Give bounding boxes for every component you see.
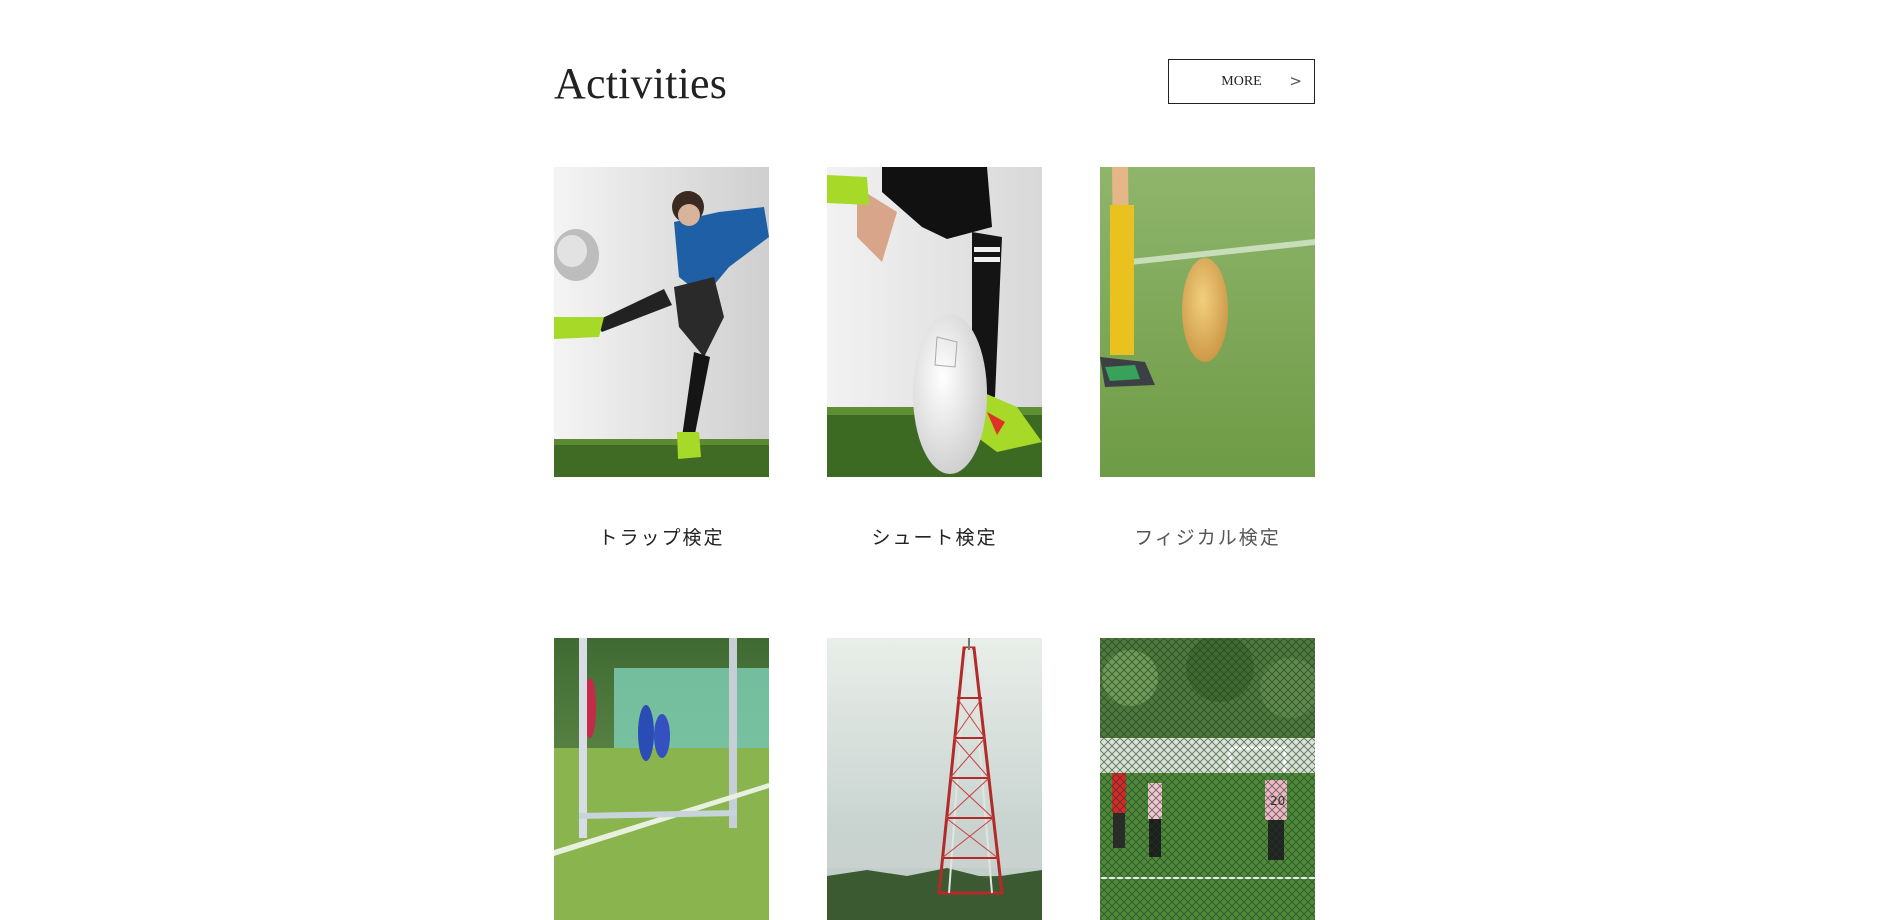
- activity-caption: トラップ検定: [598, 528, 725, 549]
- activity-card[interactable]: [554, 638, 769, 920]
- activity-card[interactable]: [827, 638, 1042, 920]
- activity-caption: シュート検定: [871, 528, 998, 549]
- goal-net-photo[interactable]: [554, 638, 769, 920]
- shooting-leg-and-ball-photo[interactable]: [827, 167, 1042, 477]
- activity-caption: フィジカル検定: [1134, 528, 1281, 549]
- section-title: Activities: [554, 59, 728, 108]
- player-kicking-ball-photo[interactable]: [554, 167, 769, 477]
- activity-card[interactable]: シュート検定: [827, 167, 1042, 549]
- activity-card[interactable]: トラップ検定: [554, 167, 769, 549]
- chevron-right-icon: >: [1289, 72, 1302, 90]
- more-button[interactable]: MORE >: [1168, 59, 1315, 104]
- players-behind-fence-photo[interactable]: 20: [1100, 638, 1315, 920]
- activities-section: Activities MORE > トラップ検定 シュート検定 フィジカル検定: [0, 0, 1878, 920]
- activity-card[interactable]: フィジカル検定: [1100, 167, 1315, 549]
- activity-card[interactable]: 20: [1100, 638, 1315, 920]
- steel-tower-photo[interactable]: [827, 638, 1042, 920]
- ball-on-pitch-photo[interactable]: [1100, 167, 1315, 477]
